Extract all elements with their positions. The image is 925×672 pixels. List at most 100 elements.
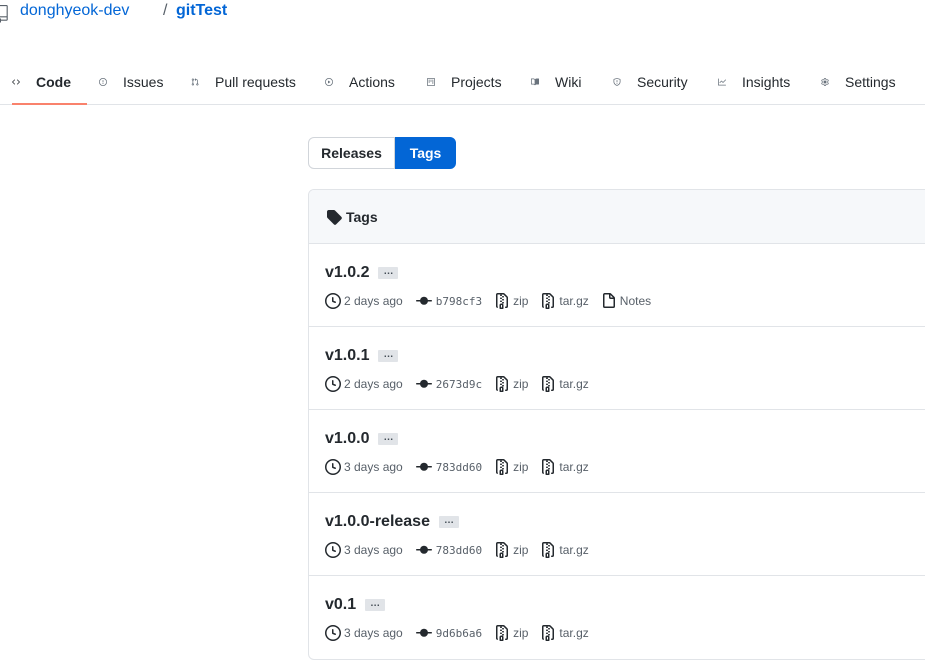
tab-settings-label: Settings [845,74,896,90]
tag-row: v1.0.0-release … 3 days ago 783dd60 zip … [309,493,925,576]
file-zip-icon [496,625,509,641]
git-commit-icon [415,545,432,554]
tags-list-box: Tags v1.0.2 … 2 days ago b798cf3 zip tar… [308,189,925,660]
zip-link[interactable]: zip [513,460,528,474]
zip-download[interactable]: zip [494,542,528,558]
targz-download[interactable]: tar.gz [540,625,589,641]
repo-path-separator: / [163,2,168,19]
tag-message-toggle[interactable]: … [438,515,459,528]
tag-message-toggle[interactable]: … [378,349,399,362]
tab-security[interactable]: Security [613,60,688,104]
targz-download[interactable]: tar.gz [540,376,589,392]
tags-box-title: Tags [346,208,378,225]
tag-meta: 2 days ago 2673d9c zip tar.gz [325,376,601,392]
targz-link[interactable]: tar.gz [559,460,588,474]
file-zip-icon [542,376,555,392]
tab-wiki[interactable]: Wiki [531,60,581,104]
zip-download[interactable]: zip [494,293,528,309]
tag-time-text: 3 days ago [344,543,403,557]
book-icon [531,74,547,90]
targz-link[interactable]: tar.gz [559,543,588,557]
targz-link[interactable]: tar.gz [559,377,588,391]
clock-icon [325,542,341,558]
tag-time: 2 days ago [325,293,403,309]
clock-icon [325,376,341,392]
repo-icon [0,5,8,23]
tag-meta: 2 days ago b798cf3 zip tar.gz Notes [325,293,663,309]
targz-download[interactable]: tar.gz [540,293,589,309]
repo-name-link[interactable]: gitTest [176,2,227,20]
file-zip-icon [542,459,555,475]
git-commit-icon [415,296,432,305]
commit-sha-link[interactable]: b798cf3 [436,295,482,308]
commit-sha-link[interactable]: 9d6b6a6 [436,627,482,640]
file-zip-icon [496,459,509,475]
tag-time-text: 3 days ago [344,626,403,640]
tag-name-link[interactable]: v1.0.2 [325,264,369,282]
tab-issues-label: Issues [123,74,164,90]
tag-commit[interactable]: 2673d9c [415,376,482,392]
targz-download[interactable]: tar.gz [540,542,589,558]
file-zip-icon [542,542,555,558]
commit-sha-link[interactable]: 2673d9c [436,378,482,391]
tab-projects[interactable]: Projects [427,60,502,104]
tab-security-label: Security [637,74,688,90]
tag-time-text: 3 days ago [344,460,403,474]
tag-message-toggle[interactable]: … [378,266,399,279]
zip-download[interactable]: zip [494,459,528,475]
targz-link[interactable]: tar.gz [559,294,588,308]
repo-owner-link[interactable]: donghyeok-dev [20,2,129,20]
tag-time-text: 2 days ago [344,377,403,391]
tab-pull-requests[interactable]: Pull requests [191,60,296,104]
targz-download[interactable]: tar.gz [540,459,589,475]
tab-pull-requests-label: Pull requests [215,74,296,90]
tag-commit[interactable]: b798cf3 [415,293,482,309]
releases-button[interactable]: Releases [308,137,395,169]
file-icon [602,293,615,308]
tag-name-link[interactable]: v1.0.1 [325,347,369,365]
tab-issues[interactable]: Issues [99,60,163,104]
zip-download[interactable]: zip [494,376,528,392]
zip-download[interactable]: zip [494,625,528,641]
notes-link[interactable]: Notes [620,294,651,308]
tab-projects-label: Projects [451,74,502,90]
graph-icon [718,74,734,90]
clock-icon [325,625,341,641]
repo-nav-tabs: Code Issues Pull requests Actions Projec… [0,60,925,105]
tag-icon [327,209,342,225]
tag-name-link[interactable]: v1.0.0 [325,430,369,448]
tag-row: v1.0.1 … 2 days ago 2673d9c zip tar.gz [309,327,925,410]
release-notes[interactable]: Notes [601,293,651,309]
tag-row: v0.1 … 3 days ago 9d6b6a6 zip tar.gz [309,576,925,659]
tag-commit[interactable]: 783dd60 [415,542,482,558]
tag-meta: 3 days ago 783dd60 zip tar.gz [325,459,601,475]
tag-meta: 3 days ago 783dd60 zip tar.gz [325,542,601,558]
tag-message-toggle[interactable]: … [365,598,386,611]
file-zip-icon [542,293,555,309]
tags-button[interactable]: Tags [395,137,456,169]
zip-link[interactable]: zip [513,543,528,557]
tab-actions-label: Actions [349,74,395,90]
commit-sha-link[interactable]: 783dd60 [436,461,482,474]
tag-name-link[interactable]: v0.1 [325,596,356,614]
tab-settings[interactable]: Settings [821,60,896,104]
zip-link[interactable]: zip [513,377,528,391]
tab-actions[interactable]: Actions [325,60,395,104]
commit-sha-link[interactable]: 783dd60 [436,544,482,557]
file-zip-icon [496,376,509,392]
zip-link[interactable]: zip [513,626,528,640]
tag-commit[interactable]: 783dd60 [415,459,482,475]
tag-time: 3 days ago [325,459,403,475]
git-commit-icon [415,379,432,388]
tag-commit[interactable]: 9d6b6a6 [415,625,482,641]
tag-row: v1.0.0 … 3 days ago 783dd60 zip tar.gz [309,410,925,493]
targz-link[interactable]: tar.gz [559,626,588,640]
tag-message-toggle[interactable]: … [378,432,399,445]
play-icon [325,74,341,90]
tab-code[interactable]: Code [12,60,87,105]
file-zip-icon [496,542,509,558]
tag-name-link[interactable]: v1.0.0-release [325,513,430,531]
tag-meta: 3 days ago 9d6b6a6 zip tar.gz [325,625,601,641]
zip-link[interactable]: zip [513,294,528,308]
tab-insights[interactable]: Insights [718,60,790,104]
